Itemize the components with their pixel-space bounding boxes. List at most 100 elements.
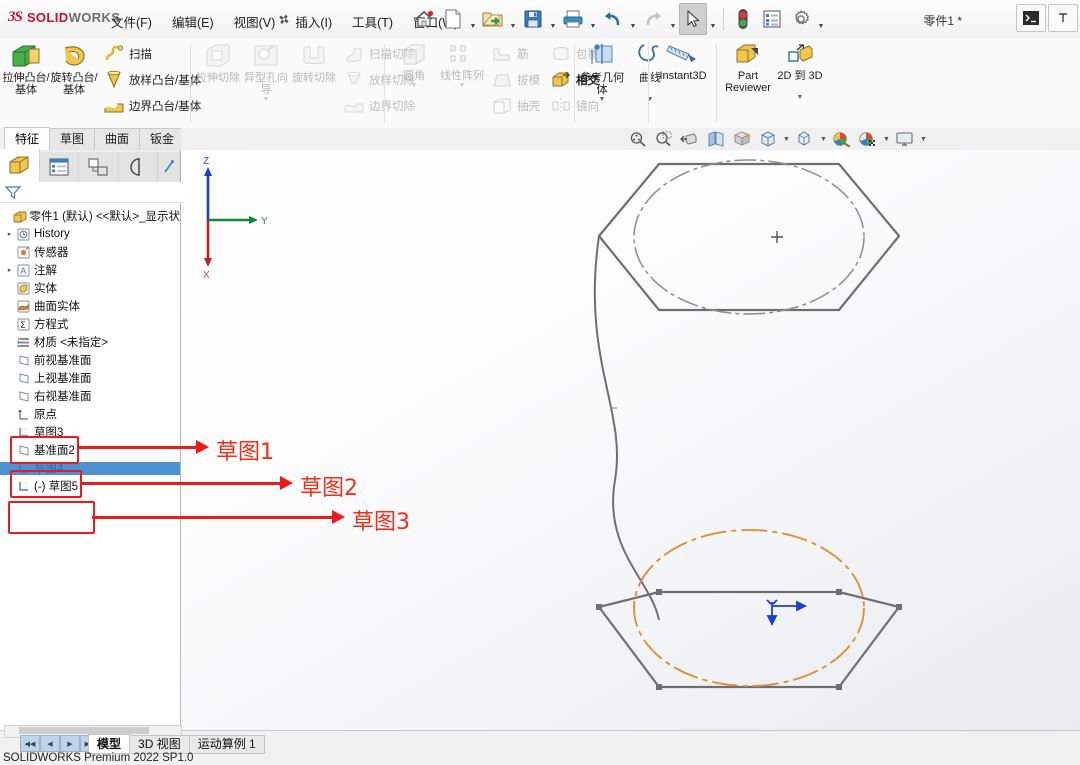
redo-dropdown[interactable]: ▼ [668, 0, 678, 39]
home-icon[interactable] [410, 3, 438, 35]
tree-item-right-plane[interactable]: 右视基准面 [0, 387, 180, 405]
linear-pattern-label: 线性阵列 [440, 70, 484, 82]
tree-item-history[interactable]: ▸ History [0, 225, 180, 243]
open-folder-icon[interactable] [479, 3, 507, 35]
select-dropdown[interactable]: ▼ [708, 0, 718, 39]
tree-item-top-plane[interactable]: 上视基准面 [0, 369, 180, 387]
view-settings-dropdown[interactable]: ▼ [919, 129, 928, 149]
bottom-tab-model[interactable]: 模型 [88, 734, 130, 754]
options-list-icon[interactable] [758, 3, 786, 35]
fillet-button[interactable]: 圆角 [390, 38, 438, 82]
options-dropdown[interactable]: ▼ [816, 0, 826, 39]
tab-sheetmetal[interactable]: 钣金 [139, 128, 185, 150]
annotations-expander[interactable]: ▸ [4, 266, 15, 274]
tree-item-sensors[interactable]: 传感器 [0, 243, 180, 261]
instant3d-button[interactable]: Instant3D [652, 38, 714, 128]
tree-item-part[interactable]: 零件1 (默认) <<默认>_显示状 [0, 207, 180, 225]
document-title: 零件1 * [923, 12, 962, 29]
view-orientation-icon[interactable] [730, 129, 754, 149]
linear-pattern-dropdown[interactable]: ▼ [438, 82, 486, 89]
tab-features[interactable]: 特征 [4, 127, 50, 150]
new-document-icon[interactable] [439, 3, 467, 35]
model-canvas[interactable]: Z Y X [181, 150, 1080, 730]
display-style-icon[interactable] [756, 129, 780, 149]
nav-first-button[interactable]: ◀◀ [20, 735, 40, 752]
fillet-dropdown[interactable]: ▼ [390, 82, 438, 89]
apply-scene-dropdown[interactable]: ▼ [882, 129, 891, 149]
print-dropdown[interactable]: ▼ [588, 0, 598, 39]
2d-to-3d-label: 2D 到 3D [777, 70, 822, 82]
tab-surfaces[interactable]: 曲面 [94, 128, 140, 150]
save-dropdown[interactable]: ▼ [548, 0, 558, 39]
lofted-boss-button[interactable]: 放样凸台/基体 [100, 68, 204, 92]
hide-show-dropdown[interactable]: ▼ [819, 129, 828, 149]
redo-icon[interactable] [639, 3, 667, 35]
menu-insert[interactable]: 插入(I) [292, 11, 335, 32]
2d-to-3d-dropdown[interactable]: ▼ [776, 94, 824, 101]
help-button[interactable] [1048, 4, 1078, 32]
feature-manager-tab[interactable] [0, 149, 40, 182]
view-settings-icon[interactable] [893, 129, 917, 149]
reference-geometry-button[interactable]: 参考几何体 [578, 38, 626, 96]
tree-item-annotations[interactable]: ▸ A 注解 [0, 261, 180, 279]
dimxpert-manager-tab[interactable] [119, 152, 159, 182]
linear-pattern-button[interactable]: 线性阵列 [438, 38, 486, 82]
configuration-manager-tab[interactable] [79, 152, 119, 182]
hole-wizard-dropdown[interactable]: ▼ [242, 96, 290, 103]
tree-filter-bar[interactable] [0, 182, 184, 203]
swept-boss-button[interactable]: 扫描 [100, 42, 204, 66]
boundary-boss-button[interactable]: 边界凸台/基体 [100, 94, 204, 118]
extruded-cut-button[interactable]: 拉伸切除 [194, 38, 242, 96]
zoom-to-fit-icon[interactable] [626, 129, 650, 149]
feature-tree[interactable]: 零件1 (默认) <<默认>_显示状 ▸ History 传感器 ▸ A [0, 204, 180, 724]
reference-geometry-dropdown[interactable]: ▼ [578, 96, 626, 103]
undo-dropdown[interactable]: ▼ [628, 0, 638, 39]
menu-tools[interactable]: 工具(T) [349, 11, 396, 32]
property-manager-tab[interactable] [40, 152, 80, 182]
gear-icon[interactable] [787, 3, 815, 35]
menu-edit[interactable]: 编辑(E) [169, 11, 217, 32]
section-view-icon[interactable] [704, 129, 728, 149]
console-button[interactable] [1016, 4, 1046, 32]
edit-appearance-icon[interactable] [830, 129, 854, 149]
draft-label: 拔模 [517, 72, 540, 88]
extruded-boss-button[interactable]: 拉伸凸台/基体 [2, 38, 50, 96]
rib-button[interactable]: 筋 [488, 42, 543, 66]
hide-show-items-icon[interactable] [793, 129, 817, 149]
history-expander[interactable]: ▸ [4, 230, 15, 238]
new-document-dropdown[interactable]: ▼ [468, 0, 478, 39]
display-style-dropdown[interactable]: ▼ [782, 129, 791, 149]
save-icon[interactable] [519, 3, 547, 35]
tab-sketch[interactable]: 草图 [49, 128, 95, 150]
svg-text:A: A [20, 266, 26, 276]
tree-item-material[interactable]: 材质 <未指定> [0, 333, 180, 351]
tree-item-origin[interactable]: 原点 [0, 405, 180, 423]
display-manager-tab[interactable] [158, 152, 180, 182]
part-reviewer-button[interactable]: Part Reviewer [720, 38, 776, 94]
shell-button[interactable]: 抽壳 [488, 94, 543, 118]
hole-wizard-button[interactable]: 异型孔向导 [242, 38, 290, 96]
revolved-cut-button[interactable]: 旋转切除 [290, 38, 338, 96]
previous-view-icon[interactable] [678, 129, 702, 149]
nav-prev-button[interactable]: ◀ [40, 735, 60, 752]
zoom-to-area-icon[interactable] [652, 129, 676, 149]
tree-item-equations[interactable]: Σ 方程式 [0, 315, 180, 333]
2d-to-3d-button[interactable]: 2D 到 3D [776, 38, 824, 94]
tree-item-front-plane[interactable]: 前视基准面 [0, 351, 180, 369]
select-arrow-icon[interactable] [679, 3, 707, 35]
open-dropdown[interactable]: ▼ [508, 0, 518, 39]
menu-view[interactable]: 视图(V) [231, 11, 279, 32]
undo-icon[interactable] [599, 3, 627, 35]
nav-next-button[interactable]: ▶ [60, 735, 80, 752]
draft-button[interactable]: 拔模 [488, 68, 543, 92]
revolved-boss-button[interactable]: 旋转凸台/基体 [50, 38, 98, 96]
graphics-area[interactable]: Z Y X [181, 150, 1080, 730]
apply-scene-icon[interactable] [856, 129, 880, 149]
rebuild-icon[interactable] [729, 3, 757, 35]
plane-icon [15, 372, 31, 385]
menu-file[interactable]: 文件(F) [108, 11, 155, 32]
tree-item-surface-bodies[interactable]: 曲面实体 [0, 297, 180, 315]
triad-y-label: Y [261, 216, 268, 227]
print-icon[interactable] [559, 3, 587, 35]
tree-item-solid-bodies[interactable]: 实体 [0, 279, 180, 297]
